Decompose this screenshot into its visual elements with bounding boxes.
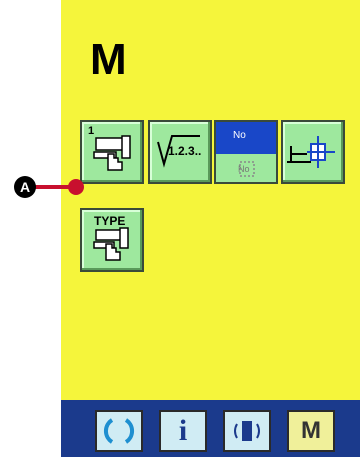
feed-position-button[interactable] [281, 120, 345, 184]
counter-button[interactable]: 1.2.3.. [148, 120, 212, 184]
memory-switch-button[interactable]: 1 [80, 120, 144, 184]
program-number-bottom-label: No [238, 164, 250, 174]
feed-position-icon [287, 136, 335, 168]
program-number-top-label: No [233, 130, 246, 141]
screen-title: M [90, 35, 127, 84]
communication-key[interactable] [223, 410, 271, 452]
counter-label: 1.2.3.. [168, 144, 202, 158]
program-number-active-area [216, 122, 276, 154]
info-icon: i [178, 414, 188, 447]
mode-icon: M [301, 417, 321, 444]
info-key[interactable]: i [159, 410, 207, 452]
type-hand-icon [93, 227, 129, 261]
communication-icon [234, 421, 260, 441]
ready-key[interactable] [95, 410, 143, 452]
bottom-bar: i M [61, 400, 360, 457]
ready-ring-icon [104, 418, 134, 444]
type-button[interactable]: TYPE [80, 208, 144, 272]
callout-dot [68, 179, 84, 195]
mode-key[interactable]: M [287, 410, 335, 452]
callout-marker: A [14, 176, 36, 198]
sewing-machine-hand-icon [93, 135, 131, 171]
program-number-button[interactable]: No No [214, 120, 278, 184]
